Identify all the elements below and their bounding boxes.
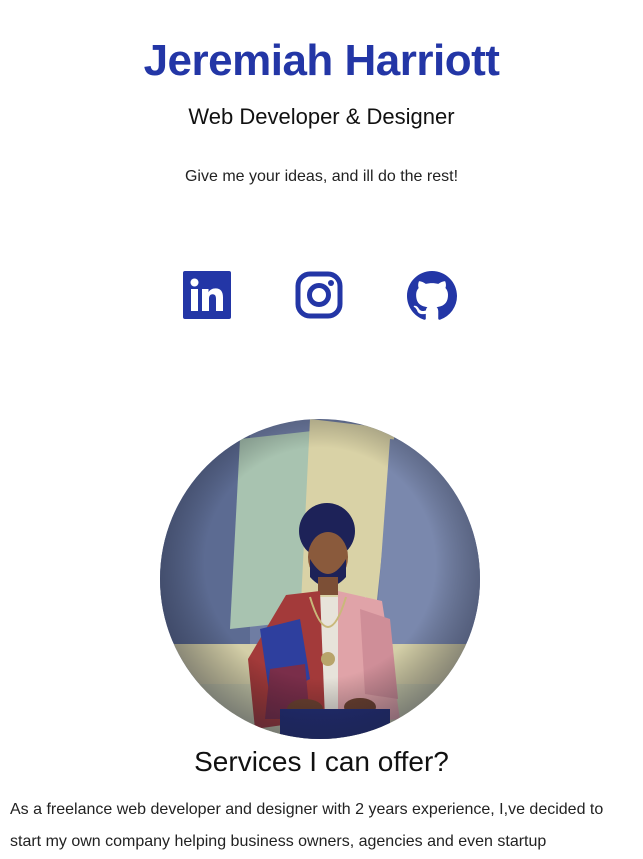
services-heading: Services I can offer? [194, 746, 449, 777]
services-description: As a freelance web developer and designe… [10, 801, 604, 850]
instagram-link[interactable] [295, 271, 345, 321]
subtitle: Web Developer & Designer [188, 104, 455, 129]
linkedin-icon [183, 271, 231, 319]
tagline: Give me your ideas, and ill do the rest! [184, 168, 459, 185]
github-link[interactable] [407, 271, 457, 321]
instagram-icon [295, 271, 343, 319]
page-title: Jeremiah Harriott [143, 36, 500, 85]
github-icon [407, 271, 457, 320]
portrait-illustration [160, 419, 480, 739]
linkedin-link[interactable] [183, 271, 233, 321]
profile-photo [160, 419, 480, 739]
